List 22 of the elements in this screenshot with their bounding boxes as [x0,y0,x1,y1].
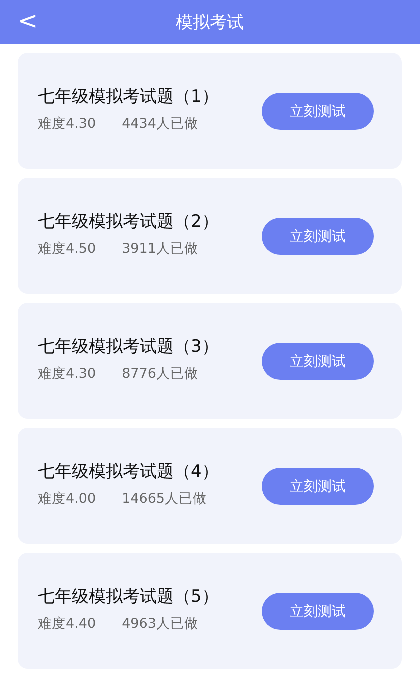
start-test-button[interactable]: 立刻测试 [262,468,374,505]
attempt-count: 8776人已做 [122,365,198,383]
back-button[interactable]: < [14,6,42,36]
exam-title: 七年级模拟考试题（2） [38,212,220,232]
start-test-button[interactable]: 立刻测试 [262,218,374,255]
start-test-button[interactable]: 立刻测试 [262,93,374,130]
attempt-count: 4963人已做 [122,615,198,633]
exam-title: 七年级模拟考试题（3） [38,337,220,357]
attempt-count: 3911人已做 [122,240,198,258]
exam-title: 七年级模拟考试题（4） [38,462,220,482]
start-test-button[interactable]: 立刻测试 [262,593,374,630]
difficulty-label: 难度4.30 [38,365,96,383]
difficulty-label: 难度4.00 [38,490,96,508]
difficulty-label: 难度4.40 [38,615,96,633]
attempt-count: 4434人已做 [122,115,198,133]
exam-title: 七年级模拟考试题（1） [38,87,220,107]
difficulty-label: 难度4.50 [38,240,96,258]
page-title: 模拟考试 [176,12,244,34]
attempt-count: 14665人已做 [122,490,208,508]
start-test-button[interactable]: 立刻测试 [262,343,374,380]
difficulty-label: 难度4.30 [38,115,96,133]
exam-title: 七年级模拟考试题（5） [38,587,220,607]
